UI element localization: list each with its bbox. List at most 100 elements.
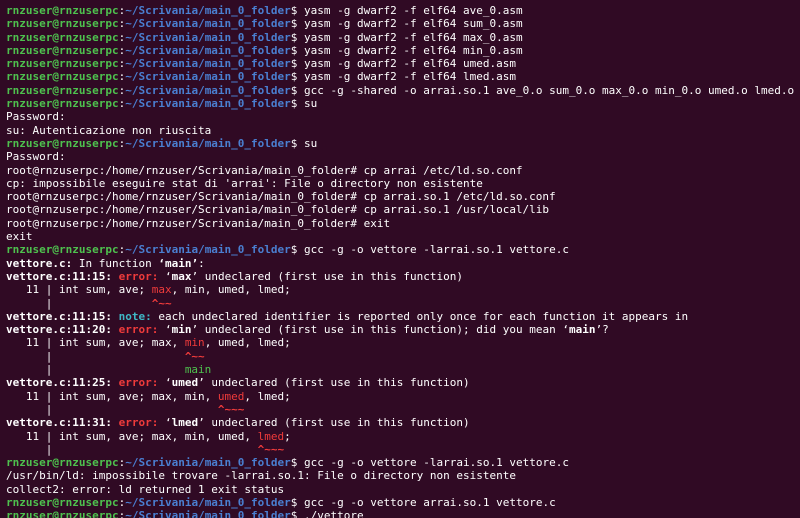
output-text: each undeclared identifier is reported o… (158, 309, 689, 323)
output-text: , lmed; (244, 389, 291, 403)
terminal-output[interactable]: rnzuser@rnzuserpc:~/Scrivania/main_0_fol… (0, 0, 800, 518)
terminal-line: su: Autenticazione non riuscita (6, 124, 800, 137)
bold-text: umed (171, 376, 199, 390)
highlighted-identifier: umed (217, 389, 245, 403)
prompt-user: rnzuser@rnzuserpc (6, 4, 119, 17)
terminal-line: vettore.c:11:31: error: ‘lmed’ undeclare… (6, 416, 800, 429)
terminal-line: rnzuser@rnzuserpc:~/Scrivania/main_0_fol… (6, 509, 800, 518)
prompt-path: ~/Scrivania/main_0_folder (125, 97, 291, 111)
prompt-user: rnzuser@rnzuserpc (6, 57, 119, 71)
prompt-path: ~/Scrivania/main_0_folder (125, 57, 291, 71)
bold-text: lmed (171, 416, 199, 430)
output-text: $ yasm -g dwarf2 -f elf64 ave_0.asm (290, 4, 523, 17)
error-label: error: (118, 376, 165, 390)
prompt-user: rnzuser@rnzuserpc (6, 30, 119, 44)
output-text: $ gcc -g -o vettore arrai.so.1 vettore.c (290, 495, 556, 509)
bold-text: min (171, 323, 192, 337)
bold-text: ‘main’ (158, 256, 199, 270)
output-text: $ su (290, 97, 318, 111)
prompt-user: rnzuser@rnzuserpc (6, 456, 119, 470)
output-text: | (6, 402, 218, 416)
prompt-user: rnzuser@rnzuserpc (6, 136, 119, 150)
prompt-path: ~/Scrivania/main_0_folder (125, 509, 291, 518)
output-text: , umed, lmed; (204, 336, 291, 350)
terminal-line: root@rnzuserpc:/home/rnzuser/Scrivania/m… (6, 190, 800, 203)
output-text: 11 | int sum, ave; max, (6, 336, 185, 350)
prompt-path: ~/Scrivania/main_0_folder (125, 70, 291, 84)
prompt-user: rnzuser@rnzuserpc (6, 97, 119, 111)
output-text: ‘ (164, 416, 172, 430)
bold-text: main (568, 323, 596, 337)
terminal-line: root@rnzuserpc:/home/rnzuser/Scrivania/m… (6, 203, 800, 216)
terminal-line: 11 | int sum, ave; max, min, umed, lmed; (6, 283, 800, 296)
output-text: su: Autenticazione non riuscita (6, 123, 212, 137)
terminal-line: collect2: error: ld returned 1 exit stat… (6, 483, 800, 496)
terminal-line: rnzuser@rnzuserpc:~/Scrivania/main_0_fol… (6, 496, 800, 509)
prompt-user: rnzuser@rnzuserpc (6, 43, 119, 57)
terminal-line: | ^~~ (6, 350, 800, 363)
caret-marker: ^~~ (184, 349, 205, 363)
terminal-line: cp: impossibile eseguire stat di 'arrai'… (6, 177, 800, 190)
terminal-line: 11 | int sum, ave; max, min, umed, lmed; (6, 336, 800, 349)
output-text: root@rnzuserpc:/home/rnzuser/Scrivania/m… (6, 163, 523, 177)
terminal-line: rnzuser@rnzuserpc:~/Scrivania/main_0_fol… (6, 4, 800, 17)
highlighted-identifier: lmed (257, 429, 285, 443)
output-text: $ yasm -g dwarf2 -f elf64 max_0.asm (290, 30, 523, 44)
terminal-line: rnzuser@rnzuserpc:~/Scrivania/main_0_fol… (6, 456, 800, 469)
output-text: ’ undeclared (first use in this function… (191, 269, 463, 283)
error-label: error: (118, 416, 165, 430)
terminal-line: rnzuser@rnzuserpc:~/Scrivania/main_0_fol… (6, 31, 800, 44)
terminal-line: vettore.c:11:25: error: ‘umed’ undeclare… (6, 376, 800, 389)
prompt-user: rnzuser@rnzuserpc (6, 17, 119, 31)
highlighted-identifier: min (184, 336, 205, 350)
terminal-line: | main (6, 363, 800, 376)
output-text: $ yasm -g dwarf2 -f elf64 umed.asm (290, 57, 516, 71)
output-text: 11 | int sum, ave; max, min, umed, (6, 429, 258, 443)
terminal-line: rnzuser@rnzuserpc:~/Scrivania/main_0_fol… (6, 57, 800, 70)
prompt-path: ~/Scrivania/main_0_folder (125, 243, 291, 257)
bold-text: vettore.c:11:31: (6, 416, 119, 430)
bold-text: vettore.c:11:25: (6, 376, 119, 390)
output-text: : (198, 256, 205, 270)
output-text: Password: (6, 110, 66, 124)
terminal-line: rnzuser@rnzuserpc:~/Scrivania/main_0_fol… (6, 84, 800, 97)
output-text: , min, umed, lmed; (171, 283, 291, 297)
output-text: ’ undeclared (first use in this function… (191, 323, 569, 337)
output-text: 11 | int sum, ave; (6, 283, 152, 297)
output-text: | (6, 363, 185, 377)
output-text: $ ./vettore (290, 509, 364, 518)
error-label: error: (118, 269, 165, 283)
output-text: In function (72, 256, 159, 270)
terminal-line: | ^~~~ (6, 443, 800, 456)
prompt-path: ~/Scrivania/main_0_folder (125, 17, 291, 31)
terminal-line: 11 | int sum, ave; max, min, umed, lmed; (6, 430, 800, 443)
bold-text: max (171, 269, 192, 283)
output-text: ‘ (164, 323, 172, 337)
prompt-user: rnzuser@rnzuserpc (6, 509, 119, 518)
output-text: 11 | int sum, ave; max, min, (6, 389, 218, 403)
prompt-path: ~/Scrivania/main_0_folder (125, 30, 291, 44)
terminal-line: rnzuser@rnzuserpc:~/Scrivania/main_0_fol… (6, 243, 800, 256)
output-text: $ gcc -g -o vettore -larrai.so.1 vettore… (290, 243, 569, 257)
output-text: $ su (290, 136, 318, 150)
output-text: root@rnzuserpc:/home/rnzuser/Scrivania/m… (6, 216, 391, 230)
terminal-line: vettore.c:11:20: error: ‘min’ undeclared… (6, 323, 800, 336)
output-text: $ yasm -g dwarf2 -f elf64 lmed.asm (290, 70, 516, 84)
prompt-path: ~/Scrivania/main_0_folder (125, 136, 291, 150)
bold-text: vettore.c:11:20: (6, 323, 119, 337)
terminal-line: exit (6, 230, 800, 243)
terminal-line: rnzuser@rnzuserpc:~/Scrivania/main_0_fol… (6, 137, 800, 150)
terminal-line: 11 | int sum, ave; max, min, umed, lmed; (6, 390, 800, 403)
terminal-line: root@rnzuserpc:/home/rnzuser/Scrivania/m… (6, 217, 800, 230)
note-label: note: (118, 309, 159, 323)
bold-text: vettore.c:11:15: (6, 309, 119, 323)
terminal-line: vettore.c: In function ‘main’: (6, 257, 800, 270)
prompt-path: ~/Scrivania/main_0_folder (125, 43, 291, 57)
output-text: | (6, 349, 185, 363)
output-text: ‘ (164, 376, 172, 390)
terminal-line: rnzuser@rnzuserpc:~/Scrivania/main_0_fol… (6, 17, 800, 30)
terminal-line: rnzuser@rnzuserpc:~/Scrivania/main_0_fol… (6, 70, 800, 83)
prompt-path: ~/Scrivania/main_0_folder (125, 456, 291, 470)
output-text: $ yasm -g dwarf2 -f elf64 min_0.asm (290, 43, 523, 57)
prompt-path: ~/Scrivania/main_0_folder (125, 83, 291, 97)
